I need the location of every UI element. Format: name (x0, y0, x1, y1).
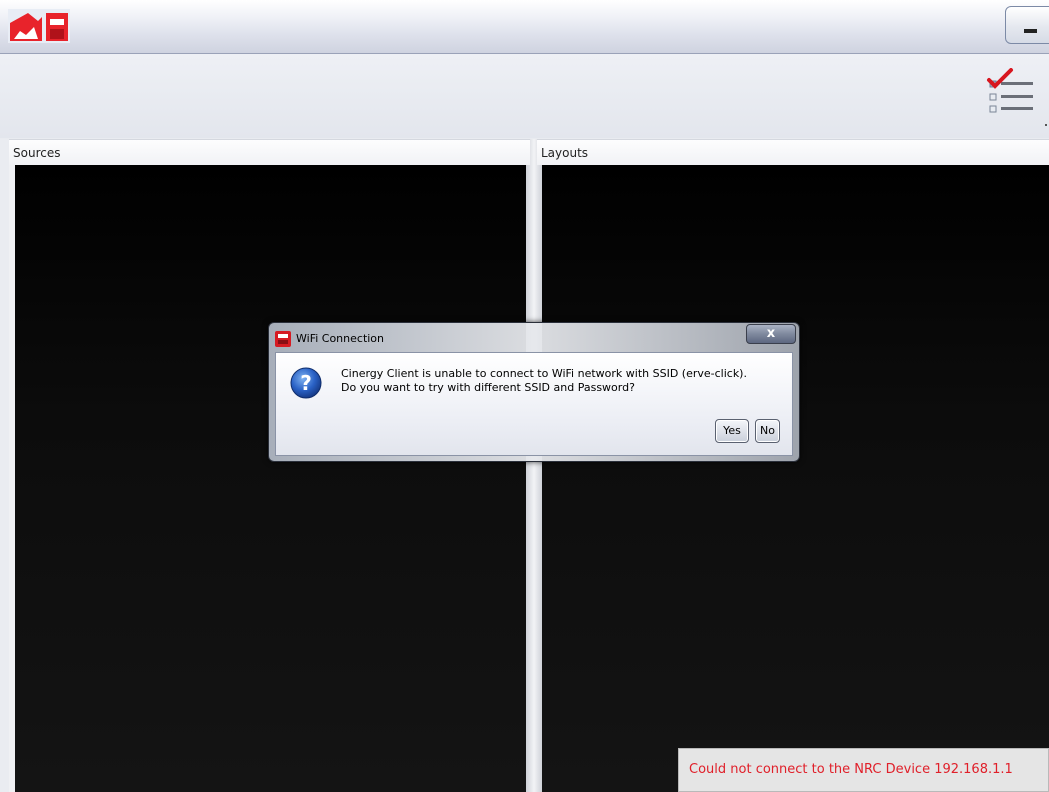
dialog-message: Cinergy Client is unable to connect to W… (341, 367, 747, 394)
panel-splitter[interactable] (526, 139, 542, 792)
dialog-title: WiFi Connection (296, 332, 385, 345)
dialog-content: ? Cinergy Client is unable to connect to… (275, 352, 793, 456)
toolbar (0, 54, 1049, 138)
sources-panel-title: Sources (9, 139, 530, 165)
layouts-panel[interactable] (542, 165, 1049, 792)
layouts-panel-title: Layouts (537, 139, 1049, 165)
status-notification: Could not connect to the NRC Device 192.… (678, 748, 1049, 792)
title-bar (0, 0, 1049, 54)
svg-text:?: ? (300, 371, 312, 395)
left-gutter (0, 139, 9, 792)
close-icon: x (766, 326, 776, 341)
app-logo-icon (8, 9, 70, 43)
dialog-app-icon (275, 331, 291, 347)
checklist-icon[interactable] (985, 68, 1037, 116)
sources-panel[interactable] (15, 165, 526, 792)
minimize-icon (1024, 29, 1037, 33)
no-button[interactable]: No (755, 419, 780, 443)
yes-button[interactable]: Yes (715, 419, 749, 443)
wifi-connection-dialog: WiFi Connection x ? Cinergy Client is un… (268, 322, 800, 462)
question-icon: ? (290, 367, 322, 399)
minimize-button[interactable] (1005, 6, 1049, 44)
dialog-close-button[interactable]: x (746, 324, 796, 344)
dialog-title-bar[interactable]: WiFi Connection x (269, 323, 799, 351)
toolbar-marker (1045, 124, 1047, 126)
